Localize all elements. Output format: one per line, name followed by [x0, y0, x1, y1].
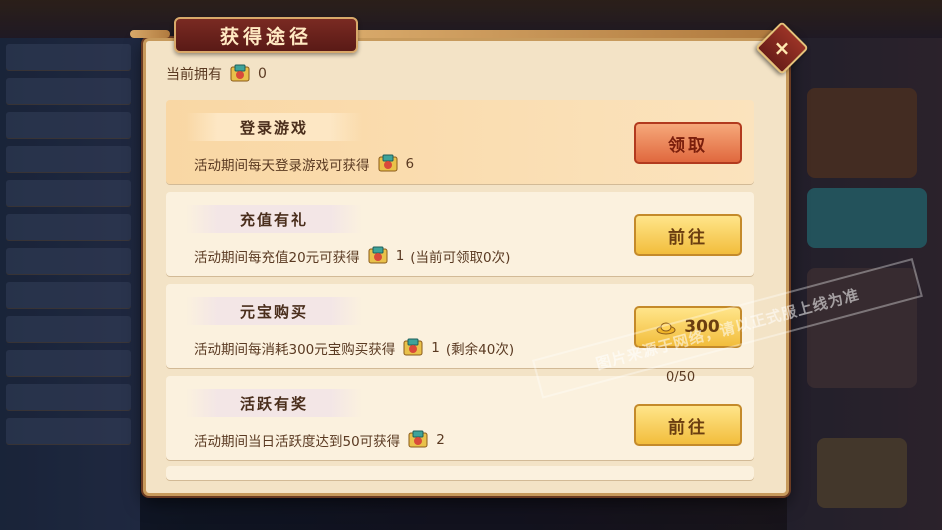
task-desc-text: 活动期间每充值20元可获得: [194, 250, 360, 266]
task-description: 活动期间当日活跃度达到50可获得 2: [194, 429, 445, 451]
close-icon: ×: [773, 36, 791, 60]
token-icon: [366, 245, 390, 267]
task-reward-count: 2: [436, 432, 445, 448]
token-icon: [401, 337, 425, 359]
task-desc-text: 活动期间每天登录游戏可获得: [194, 158, 370, 174]
task-desc-text: 活动期间当日活跃度达到50可获得: [194, 434, 401, 450]
task-reward-count: 1: [395, 248, 405, 264]
task-description: 活动期间每充值20元可获得 1 (当前可领取0次): [194, 245, 510, 267]
task-description: 活动期间每消耗300元宝购买获得 1 (剩余40次): [194, 337, 514, 359]
claim-button[interactable]: 领取: [634, 122, 742, 164]
task-desc-text: 活动期间每消耗300元宝购买获得: [194, 342, 396, 358]
title-ornament-right: [352, 30, 774, 38]
owned-label: 当前拥有: [166, 67, 222, 83]
task-description: 活动期间每天登录游戏可获得 6: [194, 153, 414, 175]
token-icon: [228, 63, 252, 85]
go-button[interactable]: 前往: [634, 214, 742, 256]
task-row-login: 登录游戏 活动期间每天登录游戏可获得 6 领取: [166, 100, 754, 184]
token-icon: [376, 153, 400, 175]
task-row-partial: [166, 466, 754, 480]
task-remaining: (当前可领取0次): [410, 250, 511, 266]
task-title: 充值有礼: [186, 205, 362, 233]
task-reward-count: 1: [431, 340, 440, 356]
task-title: 活跃有奖: [186, 389, 362, 417]
owned-count: 0: [258, 66, 267, 82]
owned-summary: 当前拥有 0: [166, 63, 267, 85]
title-ornament-left: [130, 30, 170, 38]
task-row-recharge: 充值有礼 活动期间每充值20元可获得 1 (当前可领取0次) 前往: [166, 192, 754, 276]
activity-progress: 0/50: [666, 370, 696, 385]
task-remaining: (剩余40次): [445, 342, 515, 358]
task-reward-count: 6: [405, 156, 415, 172]
go-button[interactable]: 前往: [634, 404, 742, 446]
dialog-title: 获得途径: [174, 17, 358, 53]
task-row-activity: 活跃有奖 活动期间当日活跃度达到50可获得 2 0/50 前往: [166, 370, 754, 460]
task-title: 元宝购买: [186, 297, 362, 325]
task-title: 登录游戏: [186, 113, 362, 141]
token-icon: [406, 429, 430, 451]
